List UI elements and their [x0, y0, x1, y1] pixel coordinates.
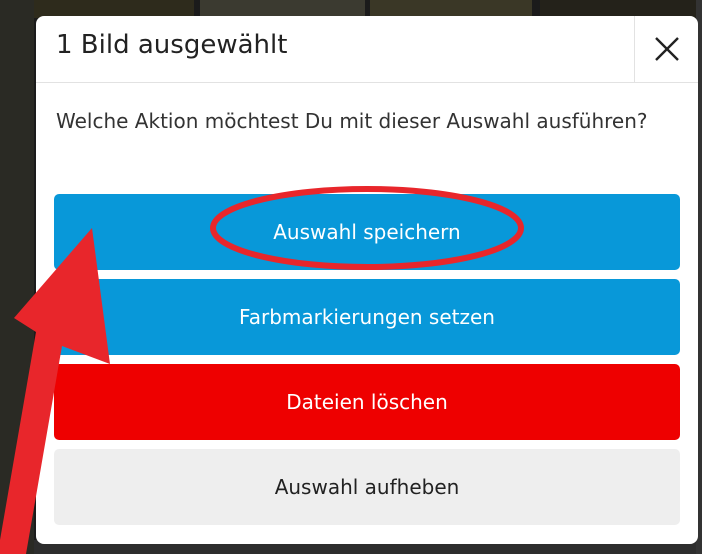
save-selection-button[interactable]: Auswahl speichern [54, 194, 680, 270]
delete-files-button[interactable]: Dateien löschen [54, 364, 680, 440]
close-icon [654, 37, 679, 61]
clear-selection-label: Auswahl aufheben [274, 475, 460, 499]
delete-files-label: Dateien löschen [286, 390, 448, 414]
save-selection-label: Auswahl speichern [273, 220, 461, 244]
dialog-header: 1 Bild ausgewählt [36, 16, 698, 83]
set-color-markers-label: Farbmarkierungen setzen [239, 305, 495, 329]
close-button[interactable] [634, 16, 698, 82]
background-tile [0, 0, 34, 554]
set-color-markers-button[interactable]: Farbmarkierungen setzen [54, 279, 680, 355]
dialog-question: Welche Aktion möchtest Du mit dieser Aus… [56, 109, 648, 133]
clear-selection-button[interactable]: Auswahl aufheben [54, 449, 680, 525]
dialog-title: 1 Bild ausgewählt [56, 30, 288, 60]
selection-action-dialog: 1 Bild ausgewählt Welche Aktion möchtest… [36, 16, 698, 544]
